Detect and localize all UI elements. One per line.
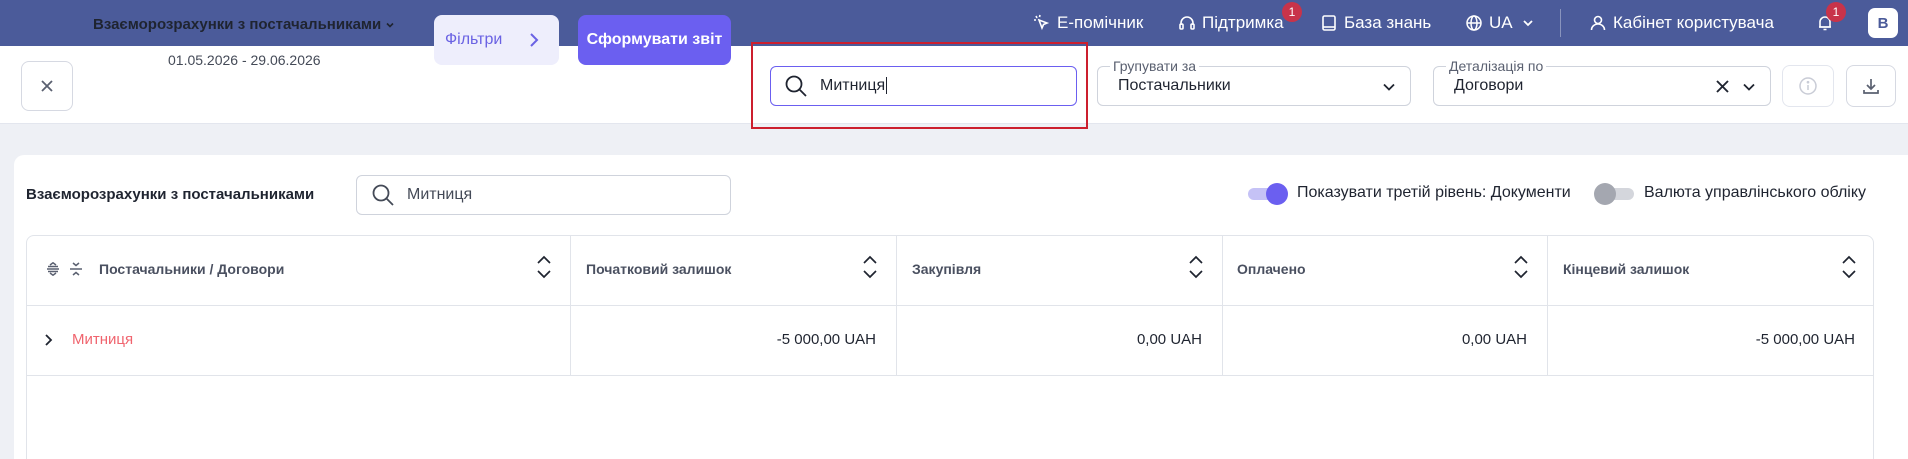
chevron-down-icon	[1743, 83, 1755, 91]
group-by-legend: Групувати за	[1110, 58, 1200, 74]
download-icon	[1863, 79, 1879, 94]
column-header-suppliers[interactable]: Постачальники / Договори	[99, 261, 284, 277]
info-icon	[1799, 77, 1817, 95]
third-level-toggle-label: Показувати третій рівень: Документи	[1297, 184, 1571, 201]
table-search-value: Митниця	[407, 186, 473, 203]
group-by-value: Постачальники	[1118, 77, 1231, 94]
currency-toggle[interactable]	[1594, 183, 1636, 205]
column-header-paid[interactable]: Оплачено	[1237, 261, 1306, 277]
nav-divider	[1560, 9, 1561, 37]
search-value: Митниця	[820, 77, 888, 95]
assistant-label: Е-помічник	[1057, 13, 1144, 32]
expand-row-icon[interactable]	[43, 333, 55, 347]
detail-by-legend: Деталізація по	[1446, 58, 1547, 74]
column-header-closing-balance[interactable]: Кінцевий залишок	[1563, 261, 1689, 277]
toggle-knob	[1266, 183, 1288, 205]
user-cabinet-label: Кабінет користувача	[1613, 13, 1774, 32]
info-button[interactable]	[1782, 65, 1834, 107]
user-icon	[1590, 15, 1606, 31]
sort-icon[interactable]	[1840, 254, 1858, 280]
headset-icon	[1179, 16, 1195, 30]
close-button[interactable]	[21, 61, 73, 111]
text-cursor	[886, 77, 888, 95]
currency-toggle-label: Валюта управлінського обліку	[1644, 184, 1867, 201]
chevron-down-icon	[1522, 20, 1533, 27]
knowledge-base-link[interactable]: База знань	[1320, 0, 1431, 46]
search-icon	[372, 184, 394, 206]
table-search-input[interactable]: Митниця	[356, 175, 731, 215]
cursor-click-icon	[1034, 14, 1050, 31]
filters-label: Фільтри	[445, 31, 503, 48]
purchase-value: 0,00 UAH	[1136, 331, 1202, 348]
notifications-badge: 1	[1826, 2, 1846, 22]
column-header-opening-balance[interactable]: Початковий залишок	[586, 261, 731, 277]
header-divider	[27, 305, 1873, 306]
report-card-title: Взаєморозрахунки з постачальниками	[26, 186, 315, 203]
chevron-down-icon	[1383, 83, 1395, 91]
knowledge-base-label: База знань	[1344, 13, 1432, 32]
support-label: Підтримка	[1202, 13, 1284, 32]
expand-all-icon[interactable]	[46, 262, 60, 276]
sort-icon[interactable]	[1512, 254, 1530, 280]
toggle-knob	[1594, 183, 1616, 205]
support-link[interactable]: Підтримка	[1178, 0, 1284, 46]
close-icon	[41, 80, 53, 92]
collapse-all-icon[interactable]	[69, 262, 83, 276]
globe-icon	[1466, 15, 1482, 31]
report-title-dropdown[interactable]: Взаєморозрахунки з постачальниками	[93, 16, 396, 33]
opening-balance-value: -5 000,00 UAH	[776, 331, 876, 348]
book-icon	[1322, 15, 1336, 31]
language-label: UA	[1489, 13, 1513, 32]
detail-by-value: Договори	[1454, 77, 1524, 94]
column-header-purchase[interactable]: Закупівля	[912, 261, 981, 277]
group-by-select[interactable]: Групувати за Постачальники	[1097, 58, 1411, 106]
report-date-range: 01.05.2026 - 29.06.2026	[168, 52, 321, 68]
download-button[interactable]	[1846, 65, 1896, 107]
clear-icon[interactable]	[1715, 79, 1730, 94]
supplier-name-link[interactable]: Митниця	[72, 331, 133, 348]
assistant-link[interactable]: Е-помічник	[1033, 0, 1143, 46]
third-level-toggle[interactable]	[1246, 183, 1288, 205]
language-selector[interactable]: UA	[1465, 0, 1541, 46]
sort-icon[interactable]	[1187, 254, 1205, 280]
closing-balance-value: -5 000,00 UAH	[1755, 331, 1855, 348]
sort-icon[interactable]	[861, 254, 879, 280]
user-cabinet-link[interactable]: Кабінет користувача	[1589, 0, 1774, 46]
sort-icon[interactable]	[535, 254, 553, 280]
chevron-down-icon	[386, 22, 394, 28]
filters-button[interactable]: Фільтри	[434, 15, 559, 65]
detail-by-select[interactable]: Деталізація по Договори	[1433, 58, 1771, 106]
report-title: Взаєморозрахунки з постачальниками	[93, 16, 382, 33]
generate-report-button[interactable]: Сформувати звіт	[578, 15, 731, 65]
chevron-right-icon	[530, 33, 539, 47]
row-divider	[27, 375, 1873, 376]
report-search-input[interactable]: Митниця	[770, 66, 1077, 106]
paid-value: 0,00 UAH	[1461, 331, 1527, 348]
support-badge: 1	[1282, 2, 1302, 22]
avatar[interactable]: B	[1868, 8, 1898, 38]
search-icon	[785, 75, 807, 97]
search-value-text: Митниця	[820, 77, 886, 94]
